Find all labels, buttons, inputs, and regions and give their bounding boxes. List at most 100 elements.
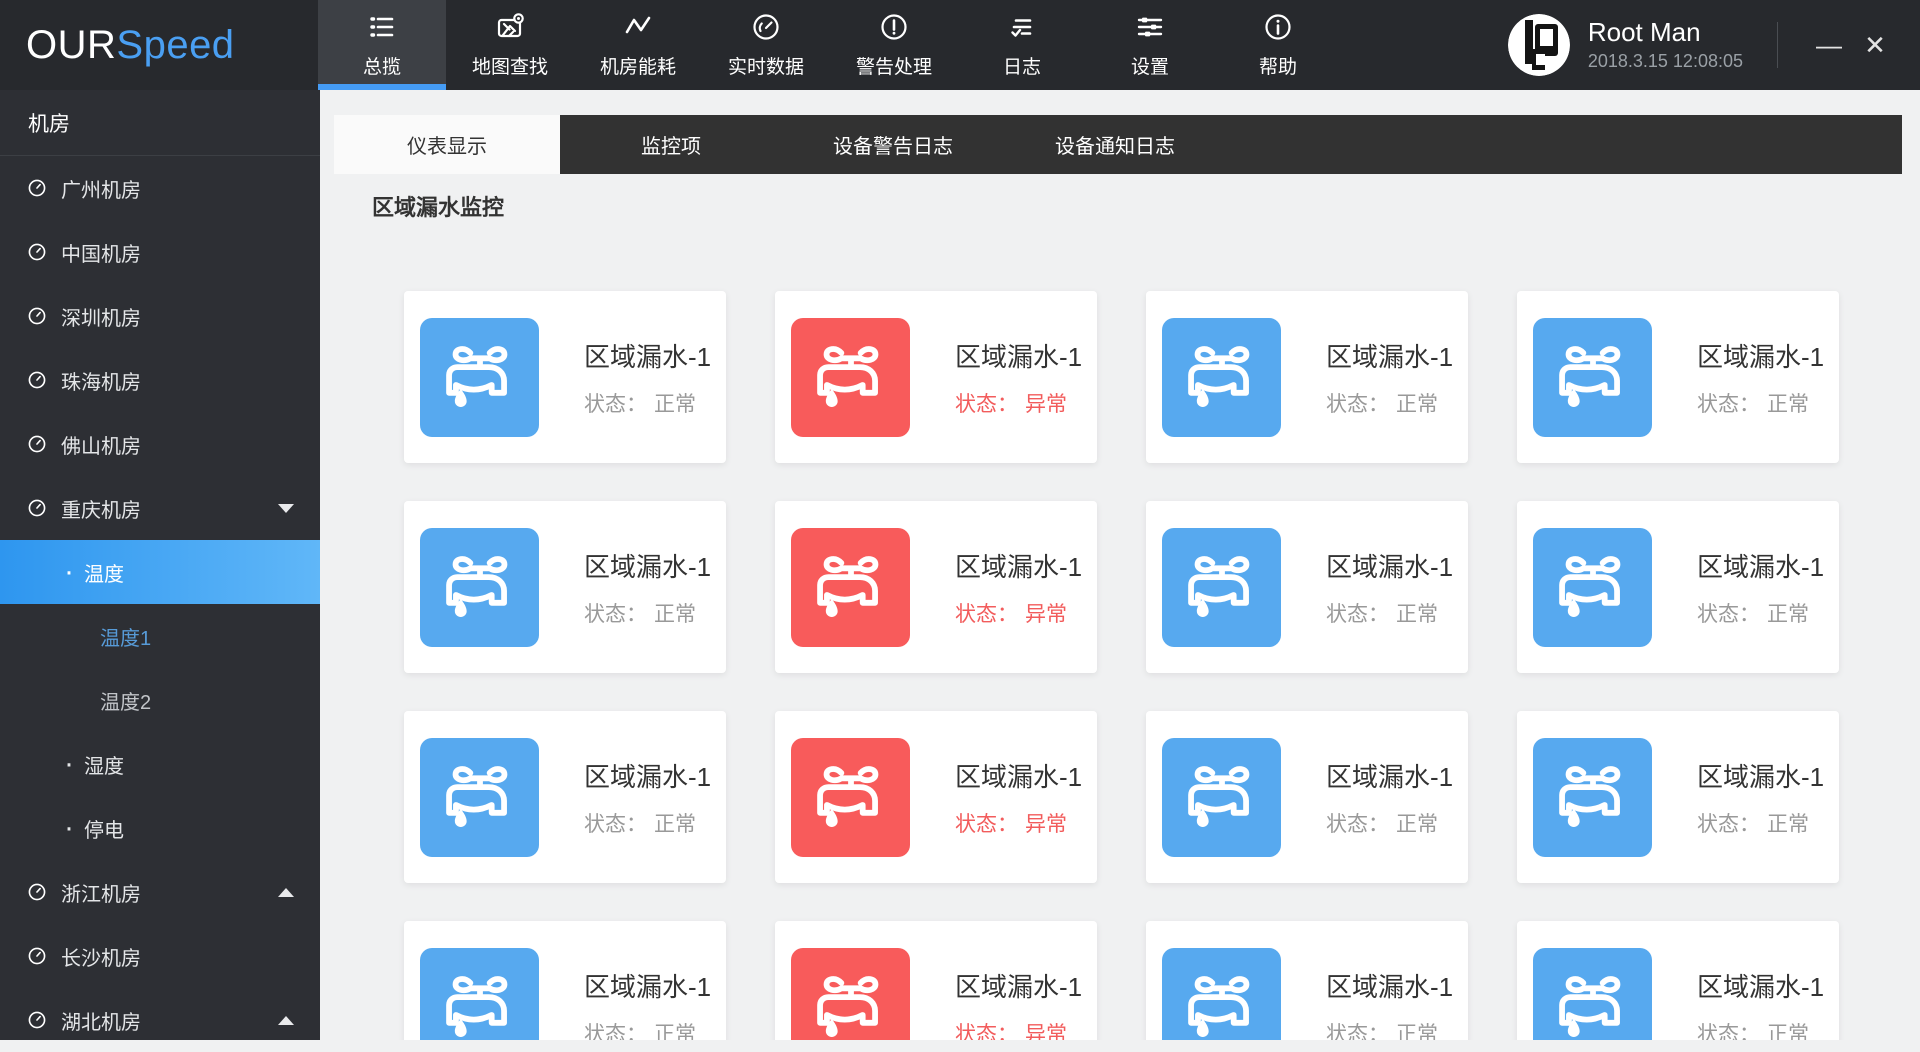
tab-device-alert-log[interactable]: 设备警告日志 — [782, 115, 1004, 174]
device-card[interactable]: 区域漏水-1 状态： 正常 — [404, 711, 726, 883]
status-value: 异常 — [1025, 1022, 1067, 1041]
nav-item-label: 设置 — [1130, 57, 1169, 78]
device-title: 区域漏水-1 — [955, 341, 1083, 372]
app-logo: OUR Speed — [0, 0, 318, 90]
device-status: 状态： 正常 — [584, 812, 696, 836]
device-card[interactable]: 区域漏水-1 状态： 正常 — [1146, 711, 1468, 883]
faucet-icon — [420, 737, 539, 857]
room-gauge-icon — [28, 307, 46, 325]
bullet-icon: · — [64, 811, 74, 844]
sidebar-item-temperature-1[interactable]: 温度1 — [0, 604, 320, 668]
status-value: 正常 — [1767, 602, 1809, 626]
bullet-icon: · — [64, 555, 74, 588]
device-card[interactable]: 区域漏水-1 状态： 正常 — [404, 291, 726, 463]
device-title: 区域漏水-1 — [1697, 971, 1825, 1002]
device-status: 状态： 异常 — [955, 1018, 1082, 1041]
status-value: 正常 — [654, 812, 696, 836]
tab-device-notice-log[interactable]: 设备通知日志 — [1004, 115, 1226, 174]
sidebar-item-temperature-2[interactable]: 温度2 — [0, 668, 320, 732]
nav-item-help[interactable]: 帮助 — [1214, 0, 1342, 90]
device-card[interactable]: 区域漏水-1 状态： 异常 — [775, 711, 1097, 883]
tab-label: 仪表显示 — [407, 136, 487, 158]
tab-label: 监控项 — [641, 136, 701, 158]
sidebar: 机房 广州机房 中国机房 深圳机房 珠海机房 佛山机房 重庆机房 · 温度 温度… — [0, 90, 320, 1040]
faucet-icon — [791, 317, 910, 437]
sliders-icon — [1134, 11, 1166, 43]
nav-item-settings[interactable]: 设置 — [1086, 0, 1214, 90]
sidebar-item-label: 停电 — [84, 819, 124, 842]
faucet-icon — [791, 947, 910, 1040]
nav-item-room-energy[interactable]: 机房能耗 — [574, 0, 702, 90]
sidebar-item-chongqing[interactable]: 重庆机房 — [0, 476, 320, 540]
sidebar-item-guangzhou[interactable]: 广州机房 — [0, 156, 320, 220]
nav-item-overview[interactable]: 总揽 — [318, 0, 446, 90]
bullet-icon: · — [64, 747, 74, 780]
device-status: 状态： 正常 — [584, 1018, 711, 1041]
sidebar-item-label: 广州机房 — [61, 179, 141, 202]
device-status: 状态： 正常 — [584, 602, 696, 626]
nav-item-label: 实时数据 — [727, 57, 804, 78]
sidebar-item-zhejiang[interactable]: 浙江机房 — [0, 860, 320, 924]
sidebar-item-zhuhai[interactable]: 珠海机房 — [0, 348, 320, 412]
minimize-button[interactable]: — — [1806, 22, 1852, 68]
device-title: 区域漏水-1 — [1697, 761, 1825, 792]
sidebar-item-china[interactable]: 中国机房 — [0, 220, 320, 284]
sidebar-item-label: 温度 — [84, 563, 124, 586]
status-value: 正常 — [1767, 1022, 1809, 1041]
nav-item-map-search[interactable]: 地图查找 — [446, 0, 574, 90]
device-status: 状态： 正常 — [1326, 1018, 1453, 1041]
nav-item-realtime-data[interactable]: 实时数据 — [702, 0, 830, 90]
device-card[interactable]: 区域漏水-1 状态： 正常 — [1146, 501, 1468, 673]
room-gauge-icon — [28, 179, 46, 197]
device-status: 状态： 异常 — [955, 812, 1067, 836]
tab-gauge-display[interactable]: 仪表显示 — [334, 115, 560, 174]
faucet-icon — [1162, 737, 1281, 857]
device-title: 区域漏水-1 — [1326, 971, 1454, 1002]
user-meta: Root Man 2018.3.15 12:08:05 — [1588, 17, 1743, 73]
sidebar-item-temperature[interactable]: · 温度 — [0, 540, 320, 604]
user-avatar[interactable] — [1507, 14, 1570, 76]
device-card-grid: 区域漏水-1 状态： 正常 区域漏水-1 状态： 异常 区域漏水-1 状态： 正… — [404, 291, 1840, 1040]
room-gauge-icon — [28, 883, 46, 901]
sidebar-item-humidity[interactable]: · 湿度 — [0, 732, 320, 796]
status-value: 异常 — [1025, 812, 1067, 836]
status-value: 正常 — [1767, 392, 1809, 416]
sidebar-item-power-off[interactable]: · 停电 — [0, 796, 320, 860]
device-card[interactable]: 区域漏水-1 状态： 正常 — [1517, 501, 1839, 673]
faucet-icon — [791, 527, 910, 647]
device-card[interactable]: 区域漏水-1 状态： 异常 — [775, 501, 1097, 673]
nav-item-alert-handling[interactable]: 警告处理 — [830, 0, 958, 90]
sidebar-item-hubei[interactable]: 湖北机房 — [0, 988, 320, 1052]
status-value: 正常 — [1396, 392, 1438, 416]
device-card[interactable]: 区域漏水-1 状态： 正常 — [1517, 921, 1839, 1040]
sidebar-item-foshan[interactable]: 佛山机房 — [0, 412, 320, 476]
faucet-icon — [1162, 527, 1281, 647]
device-card[interactable]: 区域漏水-1 状态： 正常 — [1146, 921, 1468, 1040]
device-card[interactable]: 区域漏水-1 状态： 异常 — [775, 291, 1097, 463]
status-value: 正常 — [654, 1022, 696, 1041]
main-content: 仪表显示 监控项 设备警告日志 设备通知日志 区域漏水监控 区域漏水-1 状态：… — [320, 90, 1920, 1040]
nav-item-logs[interactable]: 日志 — [958, 0, 1086, 90]
faucet-icon — [420, 317, 539, 437]
sidebar-header: 机房 — [0, 90, 320, 156]
sidebar-item-changsha[interactable]: 长沙机房 — [0, 924, 320, 988]
sidebar-item-label: 重庆机房 — [61, 499, 141, 522]
sidebar-item-shenzhen[interactable]: 深圳机房 — [0, 284, 320, 348]
tab-monitor-items[interactable]: 监控项 — [560, 115, 782, 174]
device-card[interactable]: 区域漏水-1 状态： 异常 — [775, 921, 1097, 1040]
chevron-up-icon — [278, 1015, 294, 1025]
logo-suffix: Speed — [116, 22, 235, 67]
faucet-icon — [1162, 317, 1281, 437]
device-card[interactable]: 区域漏水-1 状态： 正常 — [404, 921, 726, 1040]
device-status: 状态： 异常 — [955, 392, 1067, 416]
device-title: 区域漏水-1 — [1326, 761, 1454, 792]
device-card[interactable]: 区域漏水-1 状态： 正常 — [1146, 291, 1468, 463]
device-card[interactable]: 区域漏水-1 状态： 正常 — [1517, 291, 1839, 463]
list-icon — [366, 11, 398, 43]
sidebar-item-label: 温度1 — [100, 627, 152, 650]
device-card[interactable]: 区域漏水-1 状态： 正常 — [1517, 711, 1839, 883]
faucet-icon — [791, 737, 910, 857]
close-button[interactable]: ✕ — [1852, 22, 1898, 68]
device-status: 状态： 正常 — [1697, 602, 1809, 626]
device-card[interactable]: 区域漏水-1 状态： 正常 — [404, 501, 726, 673]
